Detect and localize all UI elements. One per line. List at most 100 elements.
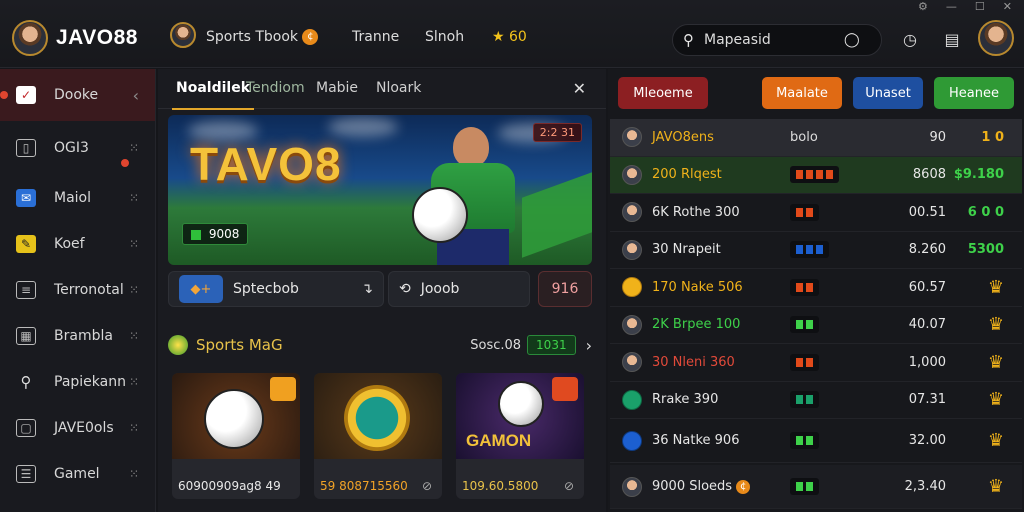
sidebar-item-brambla[interactable]: ▦ Brambla ⁙ (0, 313, 155, 359)
clock-icon[interactable]: ◷ (900, 30, 920, 50)
live-badge: 2:2 31 (532, 123, 582, 142)
table-row[interactable]: Rrake 390 07.31 ♛ (610, 382, 1022, 419)
row-value: 00.51 (908, 204, 946, 220)
corner-badge-icon (552, 377, 578, 401)
score-badge: 9008 (182, 223, 249, 245)
user-avatar[interactable] (12, 20, 48, 56)
nav-item-2[interactable]: Tranne (352, 29, 399, 45)
games-section-header: Sports MaG Sosc.08 1031 › (168, 327, 592, 363)
chevron-right-icon[interactable]: › (586, 336, 592, 355)
info-icon[interactable]: ⊘ (564, 479, 574, 493)
more-icon[interactable]: ⁙ (129, 375, 139, 389)
leaderboard-list: JAVO8ens bolo 90 1 0 200 Rlqest 8608 $9.… (610, 119, 1022, 509)
row-name: 36 Natke 906 (652, 433, 740, 448)
row-value: 60.57 (908, 279, 946, 295)
table-row[interactable]: 170 Nake 506 60.57 ♛ (610, 269, 1022, 307)
table-row[interactable]: 200 Rlqest 8608 $9.180 (610, 156, 1022, 194)
sidebar-item-koef[interactable]: ✎ Koef ⁙ (0, 221, 155, 267)
points-indicator[interactable]: ★ 60 (492, 29, 527, 45)
casino-action[interactable]: ⟲ Jooob (388, 271, 530, 307)
nav-item-3[interactable]: Slnoh (425, 29, 464, 45)
sidebar-item-jave0ols[interactable]: ▢ JAVE0ols ⁙ (0, 405, 155, 451)
row-bars (790, 353, 819, 371)
tab-mabie[interactable]: Mabie (316, 80, 358, 96)
table-row[interactable]: 2K Brpee 100 40.07 ♛ (610, 307, 1022, 344)
tab-noaldilek[interactable]: Noaldilek (171, 80, 255, 110)
table-row[interactable]: 36 Natke 906 32.00 ♛ (610, 419, 1022, 463)
window-close-icon[interactable]: ✕ (1003, 0, 1012, 13)
window-maximize-icon[interactable]: ☐ (975, 0, 985, 13)
sportsbook-action[interactable]: ◆+ Sptecbob ↴ (168, 271, 384, 307)
sidebar-item-label: JAVE0ols (54, 420, 114, 436)
collapse-icon[interactable]: ‹ (133, 86, 139, 105)
game-card[interactable]: GAMON 109.60.5800 ⊘ (456, 373, 584, 499)
table-row[interactable]: 30 Nleni 360 1,000 ♛ (610, 344, 1022, 382)
brand-logo[interactable]: JAVO88 (56, 26, 138, 50)
table-row[interactable]: 6K Rothe 300 00.51 6 0 0 (610, 194, 1022, 232)
player-avatar (622, 202, 642, 223)
hero-banner[interactable]: TAVO8 2:2 31 9008 (168, 115, 592, 265)
trophy-icon: ♛ (987, 476, 1004, 497)
filter-button-3[interactable]: Unaset (853, 77, 923, 109)
nav-sportsbook[interactable]: Sports Tbook ¢ (206, 29, 319, 45)
more-icon[interactable]: ⁙ (129, 467, 139, 481)
row-name: 170 Nake 506 (652, 279, 743, 295)
game-card[interactable]: 60900909ag8 49 (172, 373, 300, 499)
tab-tendiom[interactable]: Tendiom (246, 80, 305, 96)
tab-nloark[interactable]: Nloark (376, 80, 421, 96)
top-bar: ⚙ — ☐ ✕ JAVO88 Sports Tbook ¢ Tranne Sln… (0, 0, 1024, 68)
game-card[interactable]: 59 808715560 ⊘ (314, 373, 442, 499)
monitor-icon: ▯ (16, 139, 36, 157)
player-avatar (622, 239, 642, 260)
filter-button-2[interactable]: Maalate (762, 77, 842, 109)
count-badge[interactable]: 916 (538, 271, 592, 307)
info-icon[interactable]: ⊘ (422, 479, 432, 493)
sidebar-item-maiol[interactable]: ✉ Maiol ⁙ (0, 175, 155, 221)
trophy-icon: ♛ (987, 276, 1004, 298)
profile-avatar[interactable] (978, 20, 1014, 56)
more-icon[interactable]: ⁙ (129, 191, 139, 205)
more-icon[interactable]: ⁙ (129, 237, 139, 251)
close-icon[interactable]: ✕ (573, 79, 586, 98)
search-input[interactable] (704, 32, 834, 48)
sidebar-item-papiekann[interactable]: ⚲ Papiekann ⁙ (0, 359, 155, 405)
sidebar-item-label: OGI3 (54, 140, 89, 156)
row-name: 200 Rlqest (652, 167, 722, 183)
more-icon[interactable]: ⁙ (129, 421, 139, 435)
player-avatar (622, 476, 642, 497)
window-minimize-icon[interactable]: — (946, 0, 957, 13)
sidebar-item-gamel[interactable]: ☰ Gamel ⁙ (0, 451, 155, 497)
player-avatar (622, 164, 642, 185)
sidebar-item-terronotal[interactable]: ≡ Terronotal ⁙ (0, 267, 155, 313)
sportsbook-action-label: Sptecbob (233, 281, 299, 297)
points-value: 60 (509, 29, 527, 45)
sidebar-item-label: Terronotal (54, 282, 124, 298)
more-icon[interactable]: ⁙ (129, 283, 139, 297)
table-row[interactable]: JAVO8ens bolo 90 1 0 (610, 119, 1022, 157)
row-bars (790, 278, 819, 296)
filter-button-1[interactable]: Mleoeme (618, 77, 708, 109)
table-row[interactable]: 30 Nrapeit 8.260 5300 (610, 232, 1022, 269)
row-bars (790, 432, 819, 449)
stadium-light (328, 117, 398, 137)
sidebar: ✓ Dooke ‹ ▯ OGI3 ⁙ ✉ Maiol ⁙ ✎ Koef ⁙ ≡ … (0, 69, 156, 512)
star-icon: ★ (492, 29, 505, 45)
user-search-icon[interactable]: ◯ (844, 32, 860, 48)
game-card-caption: 59 808715560 (320, 479, 408, 493)
table-row[interactable]: 9000 Sloeds ¢ 2,3.40 ♛ (610, 465, 1022, 509)
search-bar: ⚲ ◯ (672, 24, 882, 56)
more-icon[interactable]: ⁙ (129, 141, 139, 155)
sidebar-item-ogi3[interactable]: ▯ OGI3 ⁙ (0, 121, 155, 175)
filter-button-4[interactable]: Heanee (934, 77, 1014, 109)
game-card-caption: 60900909ag8 49 (178, 479, 281, 493)
game-card-art (172, 373, 300, 459)
window-settings-icon[interactable]: ⚙ (918, 0, 928, 13)
row-value: 1,000 (908, 354, 946, 370)
wallet-icon[interactable]: ▤ (942, 30, 962, 50)
search-icon: ⚲ (683, 31, 694, 49)
nav-sportsbook-label: Sports Tbook (206, 29, 299, 45)
game-card-caption: 109.60.5800 (462, 479, 539, 493)
sidebar-item-dooke[interactable]: ✓ Dooke ‹ (0, 69, 155, 121)
more-icon[interactable]: ⁙ (129, 329, 139, 343)
refresh-icon: ⟲ (399, 281, 411, 297)
